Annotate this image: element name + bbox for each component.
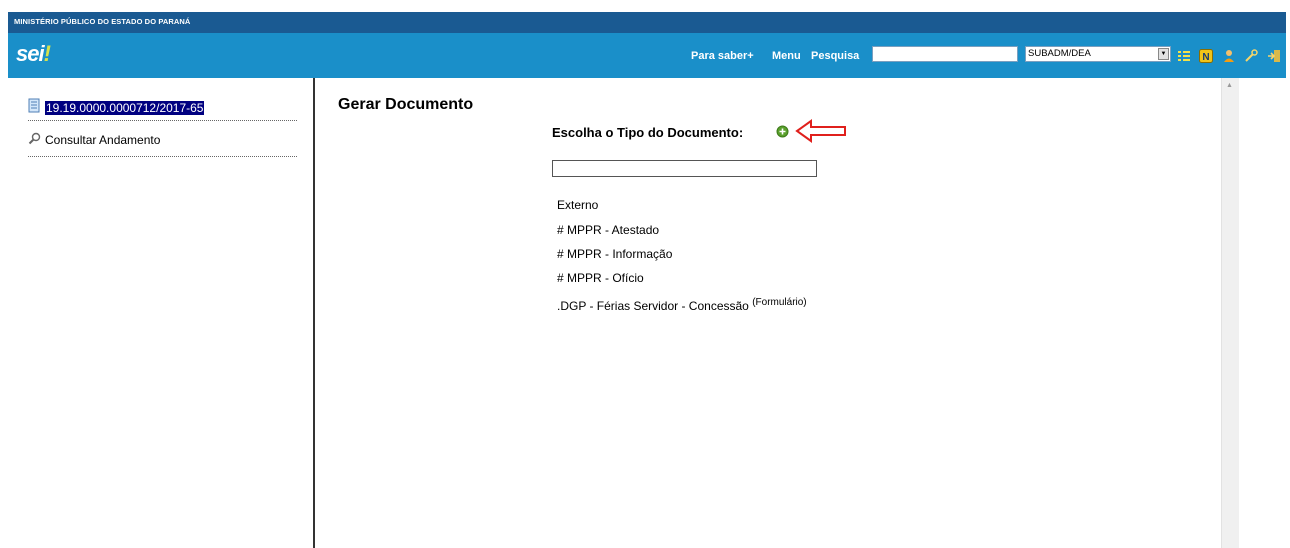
menu-link[interactable]: Menu <box>772 50 801 62</box>
unit-selected-value: SUBADM/DEA <box>1028 48 1091 59</box>
org-name: MINISTÉRIO PÚBLICO DO ESTADO DO PARANÁ <box>14 17 191 26</box>
para-saber-link[interactable]: Para saber+ <box>691 50 754 62</box>
doc-type-item[interactable]: # MPPR - Ofício <box>557 271 644 285</box>
search-input[interactable] <box>872 46 1018 62</box>
doc-type-label: .DGP - Férias Servidor - Concessão <box>557 299 749 313</box>
logo-text: sei <box>16 41 45 66</box>
main-content: Gerar Documento Escolha o Tipo do Docume… <box>315 78 1221 548</box>
magnifier-icon <box>28 132 41 148</box>
process-icon <box>28 98 42 118</box>
doc-type-filter-input[interactable] <box>552 160 817 177</box>
logout-icon[interactable] <box>1267 49 1281 63</box>
form-suffix: (Formulário) <box>752 297 807 308</box>
doc-type-item[interactable]: # MPPR - Atestado <box>557 223 659 237</box>
scroll-up-icon[interactable]: ▲ <box>1226 82 1233 89</box>
consult-item[interactable]: Consultar Andamento <box>28 132 160 148</box>
pesquisa-link[interactable]: Pesquisa <box>811 50 859 62</box>
chevron-down-icon: ▼ <box>1158 48 1169 60</box>
main-header: sei! Para saber+ Menu Pesquisa SUBADM/DE… <box>8 33 1286 78</box>
doc-type-item[interactable]: Externo <box>557 198 598 212</box>
process-number[interactable]: 19.19.0000.0000712/2017-65 <box>45 101 205 115</box>
right-margin <box>1239 78 1286 548</box>
process-tree: 19.19.0000.0000712/2017-65 Consultar And… <box>8 78 313 548</box>
plus-icon[interactable] <box>776 125 789 143</box>
divider <box>28 120 297 121</box>
annotation-arrow-icon <box>795 119 849 148</box>
page-title: Gerar Documento <box>338 96 474 113</box>
process-item[interactable]: 19.19.0000.0000712/2017-65 <box>28 98 205 118</box>
sei-logo[interactable]: sei! <box>16 41 51 67</box>
vertical-scrollbar[interactable]: ▲ <box>1221 78 1239 548</box>
consult-label: Consultar Andamento <box>45 133 161 147</box>
divider <box>28 156 297 157</box>
tools-icon[interactable] <box>1244 49 1259 63</box>
user-icon[interactable] <box>1222 49 1236 63</box>
org-bar: MINISTÉRIO PÚBLICO DO ESTADO DO PARANÁ <box>8 12 1286 33</box>
doc-type-item-form[interactable]: .DGP - Férias Servidor - Concessão (Form… <box>557 297 807 313</box>
doc-type-item[interactable]: # MPPR - Informação <box>557 247 672 261</box>
sei-window: MINISTÉRIO PÚBLICO DO ESTADO DO PARANÁ s… <box>8 12 1290 548</box>
notice-icon[interactable]: N <box>1199 48 1214 63</box>
choose-type-label: Escolha o Tipo do Documento: <box>552 125 744 140</box>
list-icon[interactable] <box>1177 49 1191 63</box>
svg-text:N: N <box>1203 52 1210 63</box>
toolbar-icons: N <box>1177 47 1285 65</box>
logo-accent: ! <box>43 41 51 66</box>
unit-select[interactable]: SUBADM/DEA ▼ <box>1025 46 1171 62</box>
